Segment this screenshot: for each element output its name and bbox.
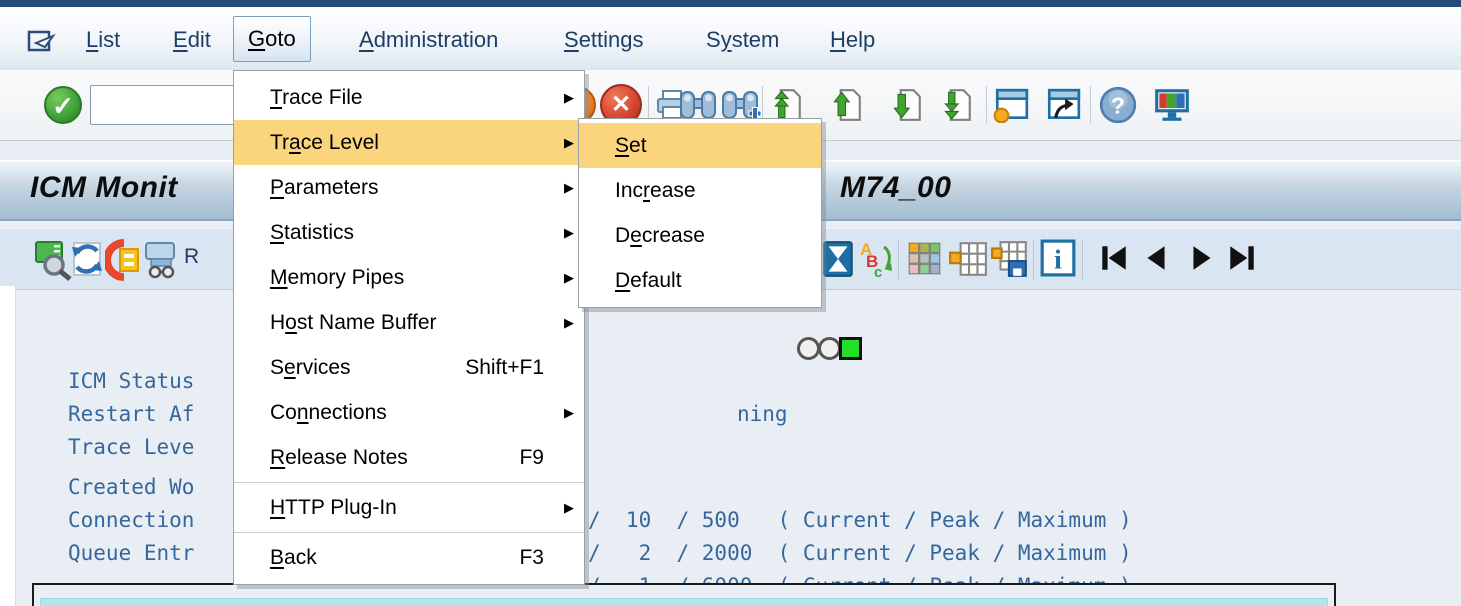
menubar-item-administration[interactable]: Administration	[353, 21, 504, 59]
status-line: Restart Af	[0, 365, 1461, 398]
status-line: Queue Entr / 1 / 6000 ( Current / Peak /…	[0, 504, 1461, 537]
toolbar-separator	[1090, 86, 1091, 124]
last-page-icon[interactable]	[938, 88, 974, 127]
submenu-arrow-icon: ▶	[564, 210, 574, 255]
submenu-arrow-icon: ▶	[564, 120, 574, 165]
menubar: List Edit Goto Administration Settings S…	[0, 7, 1461, 71]
menu-item-memory-pipes[interactable]: Memory Pipes ▶	[234, 255, 584, 300]
status-line: ICM Status ning	[0, 332, 1461, 365]
menu-item-http-plug-in[interactable]: HTTP Plug-In ▶	[234, 485, 584, 530]
toolbar-separator	[986, 86, 987, 124]
submenu-item-increase[interactable]: Increase	[579, 168, 821, 213]
page-title-right: M74_00	[840, 171, 951, 205]
submenu-arrow-icon: ▶	[564, 255, 574, 300]
menu-item-host-name-buffer[interactable]: Host Name Buffer ▶	[234, 300, 584, 345]
submenu-arrow-icon: ▶	[564, 390, 574, 435]
status-light-on	[839, 337, 862, 360]
page-title-left: ICM Monit	[30, 171, 178, 205]
next-page-icon[interactable]	[888, 88, 924, 127]
menubar-item-settings[interactable]: Settings	[558, 21, 650, 59]
bottom-table-box	[32, 583, 1336, 606]
menubar-item-list[interactable]: List	[80, 21, 126, 59]
customize-layout-icon[interactable]	[1152, 86, 1192, 129]
svg-text:?: ?	[1111, 92, 1125, 118]
menu-item-trace-level[interactable]: Trace Level ▶	[234, 120, 584, 165]
menu-separator	[234, 532, 584, 533]
trace-level-submenu: Set Increase Decrease Default	[578, 118, 822, 308]
menu-shortcut: F9	[519, 435, 544, 480]
first-record-icon[interactable]	[1098, 243, 1130, 278]
window-top-strip	[0, 0, 1461, 7]
help-icon[interactable]: ?	[1098, 86, 1138, 129]
submenu-arrow-icon: ▶	[564, 300, 574, 345]
table-header-strip	[40, 598, 1328, 606]
icm-status-panel: ICM Status ning Restart Af Trace Leve Cr…	[0, 330, 1461, 550]
status-line: Created Wo / 10 / 500 ( Current / Peak /…	[0, 438, 1461, 471]
toolbar-separator	[898, 239, 899, 279]
menu-separator	[234, 482, 584, 483]
submenu-arrow-icon: ▶	[564, 485, 574, 530]
status-traffic-light	[797, 336, 862, 360]
menu-item-back[interactable]: Back F3	[234, 535, 584, 580]
status-light-off	[797, 337, 820, 360]
submenu-arrow-icon: ▶	[564, 165, 574, 210]
hourglass-icon[interactable]	[820, 239, 856, 284]
insert-column-icon[interactable]	[948, 240, 988, 283]
menu-item-parameters[interactable]: Parameters ▶	[234, 165, 584, 210]
sort-icon[interactable]: A B c	[858, 239, 896, 284]
menu-item-connections[interactable]: Connections ▶	[234, 390, 584, 435]
app-toolbar-label-fragment[interactable]: R	[184, 245, 199, 269]
status-line: Trace Leve	[0, 398, 1461, 431]
menu-shortcut: F3	[519, 535, 544, 580]
submenu-arrow-icon: ▶	[564, 75, 574, 120]
previous-page-icon[interactable]	[828, 88, 864, 127]
menu-item-release-notes[interactable]: Release Notes F9	[234, 435, 584, 480]
goto-menu: Trace File ▶ Trace Level ▶ Parameters ▶ …	[233, 70, 585, 585]
sap-gui-window: List Edit Goto Administration Settings S…	[0, 0, 1461, 606]
previous-record-icon[interactable]	[1140, 243, 1172, 278]
svg-text:i: i	[1054, 245, 1062, 275]
trace-display-icon[interactable]	[140, 239, 182, 286]
menu-item-statistics[interactable]: Statistics ▶	[234, 210, 584, 255]
submenu-item-default[interactable]: Default	[579, 258, 821, 303]
last-record-icon[interactable]	[1226, 243, 1258, 278]
sap-window-icon[interactable]	[26, 29, 58, 62]
menu-shortcut: Shift+F1	[465, 345, 544, 390]
menubar-item-system[interactable]: System	[700, 21, 785, 59]
menubar-item-goto[interactable]: Goto	[233, 16, 311, 62]
toolbar-separator	[1082, 239, 1083, 279]
submenu-item-decrease[interactable]: Decrease	[579, 213, 821, 258]
new-session-icon[interactable]	[992, 87, 1030, 128]
info-icon[interactable]: i	[1040, 239, 1076, 282]
refresh-icon[interactable]	[66, 239, 108, 286]
submenu-item-set[interactable]: Set	[579, 123, 821, 168]
release-icon[interactable]	[105, 239, 143, 286]
menubar-item-help[interactable]: Help	[824, 21, 881, 59]
next-record-icon[interactable]	[1186, 243, 1218, 278]
layout-grid-icon[interactable]	[906, 240, 944, 283]
status-light-off	[818, 337, 841, 360]
menu-item-services[interactable]: Services Shift+F1	[234, 345, 584, 390]
menu-item-trace-file[interactable]: Trace File ▶	[234, 75, 584, 120]
status-line: Connection / 2 / 2000 ( Current / Peak /…	[0, 471, 1461, 504]
toolbar-separator	[1033, 239, 1034, 279]
svg-text:c: c	[874, 264, 882, 279]
save-layout-icon[interactable]	[990, 240, 1030, 283]
enter-icon[interactable]: ✓	[44, 86, 82, 124]
menubar-item-edit[interactable]: Edit	[167, 21, 217, 59]
create-shortcut-icon[interactable]	[1044, 87, 1082, 128]
